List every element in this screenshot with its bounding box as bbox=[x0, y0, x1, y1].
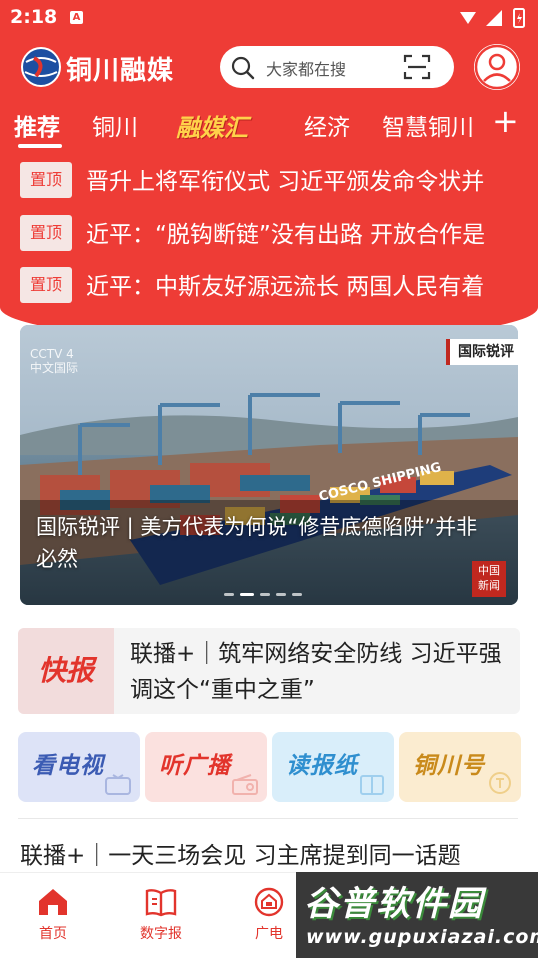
tv-icon bbox=[105, 774, 131, 795]
tab-rongmeihui[interactable]: 融媒汇 bbox=[176, 108, 248, 143]
newspaper-icon bbox=[360, 775, 384, 795]
flash-news-card[interactable]: 快报 联播+｜筑牢网络安全防线 习近平强调这个“重中之重” bbox=[18, 628, 520, 714]
nav-label: 首页 bbox=[39, 926, 67, 942]
system-status-icons bbox=[460, 8, 525, 28]
search-bar[interactable]: 大家都在搜 bbox=[220, 46, 454, 88]
scan-icon[interactable] bbox=[402, 52, 432, 82]
tile-label: 看电视 bbox=[32, 752, 104, 779]
banner-caption: 国际锐评 | 美方代表为何说“修昔底德陷阱”并非必然 bbox=[36, 515, 478, 571]
nav-digital-paper[interactable]: 数字报 bbox=[126, 887, 196, 943]
search-placeholder: 大家都在搜 bbox=[266, 60, 347, 79]
watch-tv-tile[interactable]: 看电视 bbox=[18, 732, 140, 802]
carousel-dot bbox=[240, 593, 254, 596]
channel-icon bbox=[489, 772, 511, 794]
user-avatar[interactable] bbox=[474, 44, 520, 90]
tab-smart-tongchuan[interactable]: 智慧铜川 bbox=[382, 108, 474, 142]
tongchuan-channel-tile[interactable]: 铜川号 bbox=[399, 732, 521, 802]
tile-label: 读报纸 bbox=[286, 752, 358, 779]
news-carousel[interactable]: COSCO SHIPPING CCTV 4 中文国际 国际锐评 国际锐评 | 美方… bbox=[20, 325, 518, 605]
media-shortcuts: 看电视 听广播 读报纸 铜川号 bbox=[18, 732, 521, 802]
column-badge: 国际锐评 bbox=[446, 339, 518, 365]
pinned-title: 近平：中斯友好源远流长 两国人民有着 bbox=[86, 274, 485, 300]
pinned-badge: 置顶 bbox=[20, 267, 72, 303]
listen-radio-tile[interactable]: 听广播 bbox=[145, 732, 267, 802]
news-headline[interactable]: 联播+｜一天三场会见 习主席提到同一话题 bbox=[20, 836, 520, 870]
app-name: 铜川融媒 bbox=[66, 56, 175, 86]
notification-icon: A bbox=[70, 11, 83, 24]
tab-recommend[interactable]: 推荐 bbox=[14, 108, 60, 142]
status-time: 2:18 bbox=[10, 6, 58, 28]
pinned-badge: 置顶 bbox=[20, 215, 72, 251]
nav-label: 广电 bbox=[255, 926, 283, 942]
broadcaster-mark: CCTV 4 中文国际 bbox=[30, 347, 79, 375]
watermark-url: www.gupuxiazai.com bbox=[306, 926, 538, 948]
carousel-dot bbox=[260, 593, 270, 596]
active-tab-indicator bbox=[18, 144, 62, 148]
tab-tongchuan[interactable]: 铜川 bbox=[92, 108, 138, 142]
status-bar: 2:18 A bbox=[0, 0, 538, 36]
flash-news-text: 联播+｜筑牢网络安全防线 习近平强调这个“重中之重” bbox=[130, 641, 502, 703]
carousel-dot bbox=[224, 593, 234, 596]
user-icon bbox=[474, 44, 520, 90]
read-newspaper-tile[interactable]: 读报纸 bbox=[272, 732, 394, 802]
pinned-item[interactable]: 置顶 近平：中斯友好源远流长 两国人民有着 bbox=[0, 261, 538, 307]
tile-label: 听广播 bbox=[159, 752, 231, 779]
site-watermark: 谷普软件园 www.gupuxiazai.com bbox=[296, 872, 538, 958]
digital-paper-icon bbox=[145, 889, 177, 917]
carousel-dot bbox=[292, 593, 302, 596]
app-logo[interactable]: 铜川融媒 bbox=[20, 46, 200, 88]
tab-economy[interactable]: 经济 bbox=[304, 108, 350, 142]
pinned-item[interactable]: 置顶 晋升上将军衔仪式 习近平颁发命令状并 bbox=[0, 156, 538, 202]
news-badge: 中国 新闻 bbox=[472, 561, 506, 597]
search-icon bbox=[231, 56, 255, 80]
radio-icon bbox=[232, 774, 258, 795]
nav-home[interactable]: 首页 bbox=[18, 887, 88, 943]
pinned-item[interactable]: 置顶 近平：“脱钩断链”没有出路 开放合作是 bbox=[0, 209, 538, 255]
tile-label: 铜川号 bbox=[413, 752, 485, 779]
signal-icon bbox=[486, 10, 502, 26]
carousel-indicator bbox=[224, 593, 320, 597]
home-icon bbox=[39, 889, 67, 915]
logo-globe-icon bbox=[21, 47, 61, 87]
divider bbox=[18, 818, 518, 819]
broadcast-icon bbox=[254, 887, 284, 917]
nav-label: 数字报 bbox=[140, 926, 182, 942]
carousel-dot bbox=[276, 593, 286, 596]
flash-news-logo: 快报 bbox=[18, 628, 114, 714]
nav-broadcast[interactable]: 广电 bbox=[234, 887, 304, 943]
pinned-title: 晋升上将军衔仪式 习近平颁发命令状并 bbox=[86, 169, 485, 195]
pinned-title: 近平：“脱钩断链”没有出路 开放合作是 bbox=[86, 222, 486, 248]
channel-tabs: 推荐 铜川 融媒汇 经济 智慧铜川 + bbox=[0, 102, 538, 150]
pinned-badge: 置顶 bbox=[20, 162, 72, 198]
watermark-title: 谷普软件园 bbox=[304, 884, 484, 924]
wifi-icon bbox=[460, 12, 476, 24]
add-channel-button[interactable]: + bbox=[492, 102, 519, 140]
